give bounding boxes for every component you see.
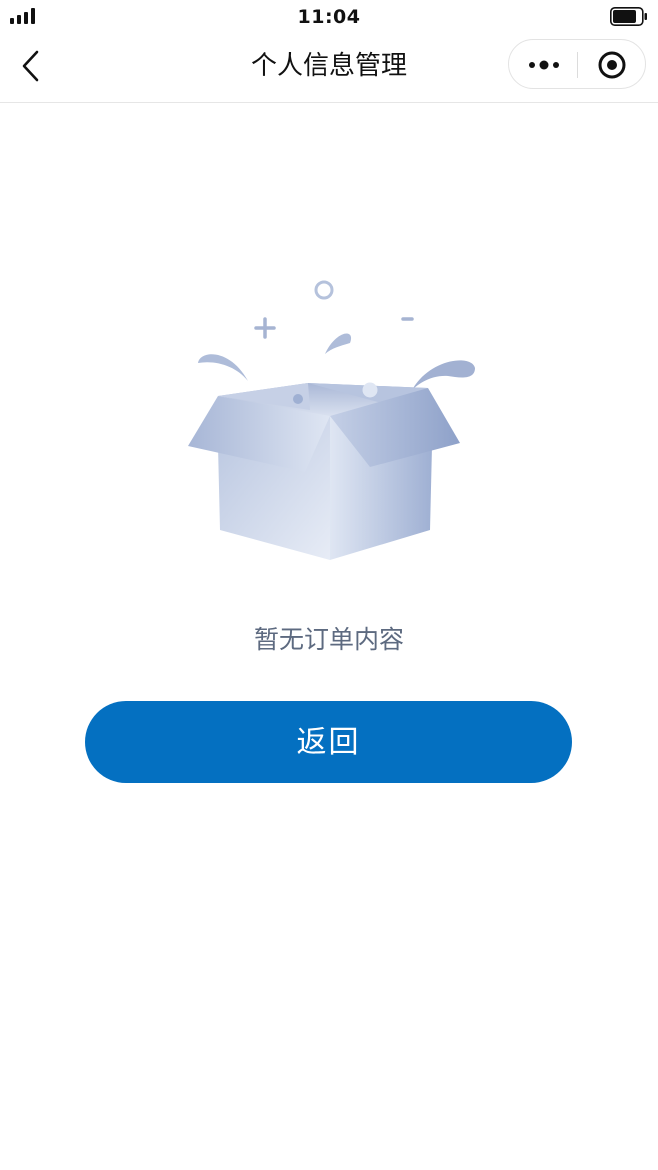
status-bar: 11:04 bbox=[0, 0, 658, 34]
status-time: 11:04 bbox=[297, 6, 361, 28]
close-target-icon bbox=[598, 51, 626, 79]
navigation-bar: 个人信息管理 bbox=[0, 34, 658, 103]
miniprogram-capsule bbox=[508, 39, 646, 89]
empty-state-message: 暂无订单内容 bbox=[253, 625, 404, 654]
more-button[interactable] bbox=[509, 40, 577, 88]
battery-icon bbox=[610, 7, 647, 26]
more-dots-icon bbox=[529, 60, 559, 70]
empty-box-icon bbox=[188, 280, 475, 560]
close-button[interactable] bbox=[578, 40, 646, 88]
return-button[interactable]: 返回 bbox=[85, 701, 572, 783]
